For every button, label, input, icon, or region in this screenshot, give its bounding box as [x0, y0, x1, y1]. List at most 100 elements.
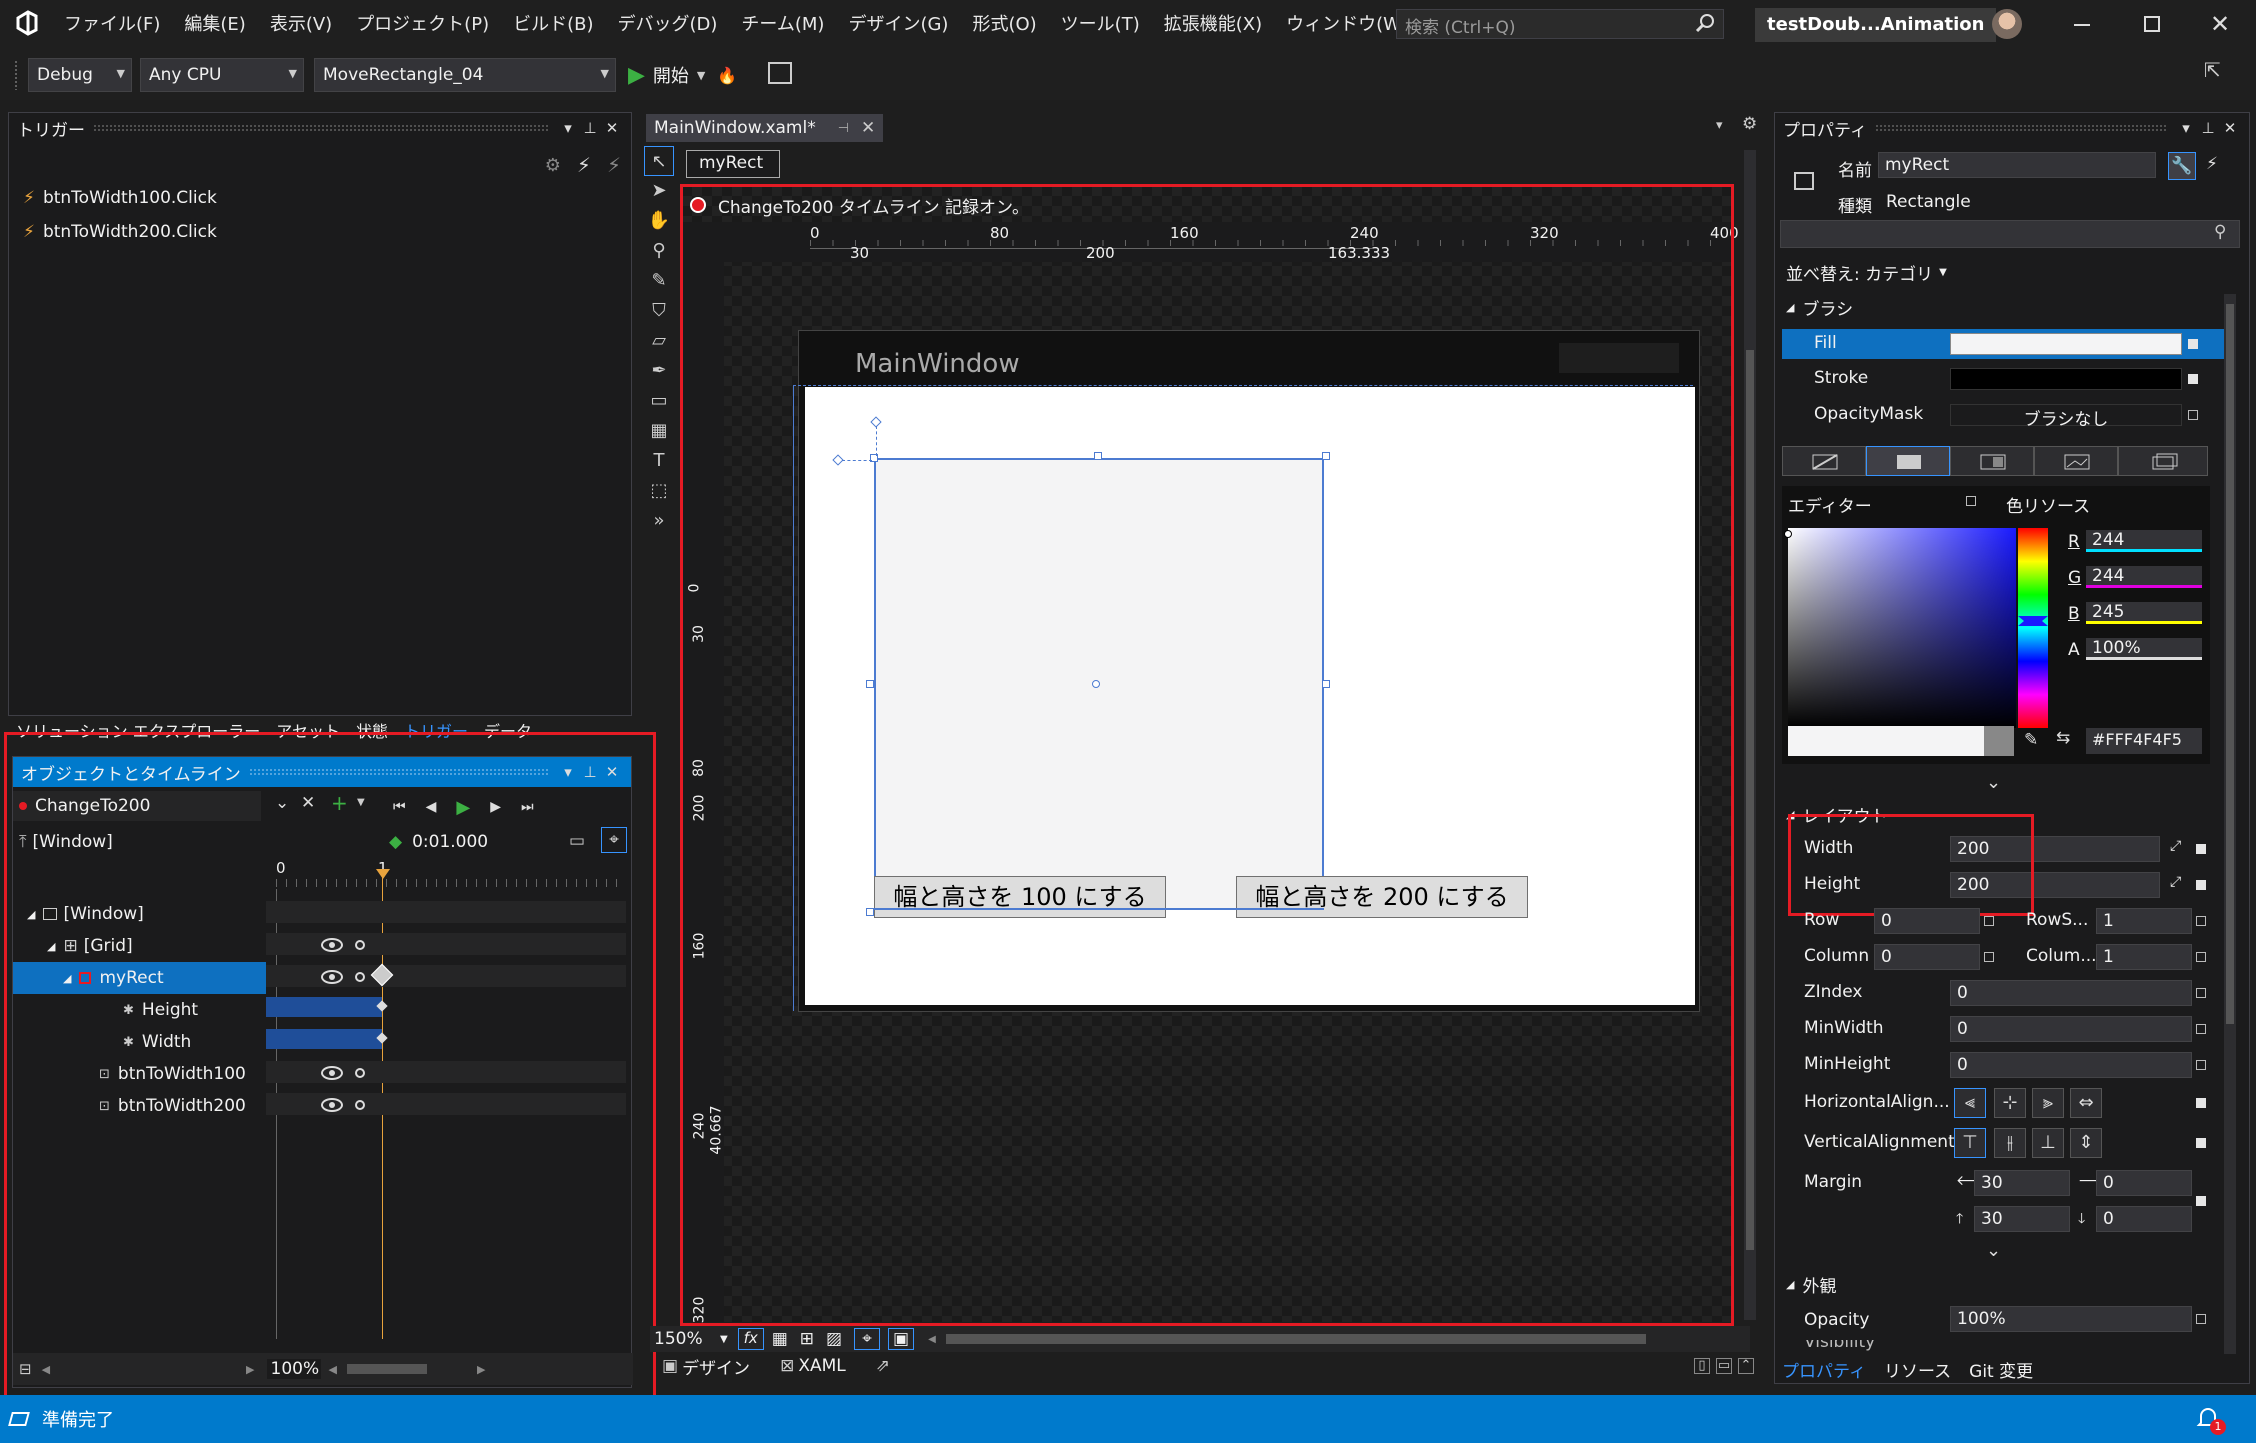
paint-bucket-tool-icon[interactable]: ⛉ — [644, 296, 674, 326]
menu-format[interactable]: 形式(O) — [960, 0, 1048, 50]
eyedropper-icon[interactable]: ✎ — [2024, 730, 2038, 750]
add-event-trigger-icon[interactable]: ⚡ — [577, 153, 591, 177]
control-tool-icon[interactable]: ⬚ — [644, 476, 674, 506]
direct-select-tool-icon[interactable]: ➤ — [644, 176, 674, 206]
close-window-icon[interactable]: ✕ — [2210, 10, 2230, 38]
artboard-icon[interactable]: ▨ — [826, 1329, 842, 1349]
grid-tool-icon[interactable]: ▦ — [644, 416, 674, 446]
color-picker-cursor[interactable] — [1784, 530, 1792, 538]
pin-icon[interactable]: ⊥ — [579, 119, 601, 137]
visual-brush-button[interactable] — [2118, 446, 2208, 476]
hue-slider[interactable] — [2018, 528, 2048, 728]
opacitymask-value[interactable]: ブラシなし — [1950, 404, 2182, 430]
advanced-options-icon[interactable] — [2188, 410, 2198, 420]
advanced-options-icon[interactable] — [2188, 339, 2198, 349]
config-select[interactable]: Debug ▼ — [28, 58, 132, 92]
pan-tool-icon[interactable]: ✋ — [644, 206, 674, 236]
tab-git-changes[interactable]: Git 変更 — [1969, 1357, 2033, 1382]
name-field[interactable]: myRect — [1878, 152, 2156, 178]
gradient-brush-button[interactable] — [1950, 446, 2034, 476]
zindex-input[interactable]: 0 — [1950, 980, 2192, 1006]
align-bottom-icon[interactable]: ⊥ — [2032, 1128, 2064, 1158]
vertical-split-icon[interactable]: ▯ — [1694, 1358, 1710, 1374]
tab-design[interactable]: デザイン — [682, 1354, 750, 1379]
appearance-section-header[interactable]: ◢ 外観 — [1786, 1272, 1836, 1297]
alpha-input[interactable]: 100% — [2086, 638, 2202, 660]
tab-editor[interactable]: エディター — [1788, 492, 1872, 517]
selection-tool-icon[interactable]: ↖ — [644, 146, 674, 176]
red-input[interactable]: 244 — [2086, 530, 2202, 552]
advanced-options-icon[interactable] — [2196, 1060, 2206, 1070]
property-search-input[interactable] — [1780, 220, 2240, 248]
close-icon[interactable]: ✕ — [2219, 119, 2241, 137]
chevron-down-icon[interactable]: ▼ — [720, 1334, 728, 1345]
advanced-options-icon[interactable] — [2196, 1138, 2206, 1148]
collapse-pane-icon[interactable]: ⌃ — [1738, 1358, 1754, 1374]
solid-brush-button[interactable] — [1866, 446, 1950, 476]
eyedropper-tool-icon[interactable]: ✎ — [644, 266, 674, 296]
platform-select[interactable]: Any CPU ▼ — [140, 58, 304, 92]
pin-icon[interactable]: ⊣ — [838, 121, 849, 136]
vertical-scrollbar[interactable] — [1744, 150, 1756, 1320]
menu-project[interactable]: プロジェクト(P) — [344, 0, 501, 50]
zoom-tool-icon[interactable]: ⚲ — [644, 236, 674, 266]
restore-icon[interactable] — [2144, 16, 2160, 32]
close-tab-icon[interactable]: ✕ — [861, 118, 875, 138]
align-right-icon[interactable]: ⫸ — [2032, 1088, 2064, 1118]
tab-color-resources[interactable]: 色リソース — [2006, 492, 2090, 517]
menu-extensions[interactable]: 拡張機能(X) — [1152, 0, 1274, 50]
snap-icon[interactable]: ⌖ — [854, 1328, 881, 1350]
green-input[interactable]: 244 — [2086, 566, 2202, 588]
tab-overflow-icon[interactable]: ▾ — [1716, 118, 1723, 133]
grid-snap-icon[interactable]: ⊞ — [800, 1329, 814, 1349]
zoom-level[interactable]: 150% — [650, 1329, 720, 1349]
align-top-icon[interactable]: ⊤ — [1954, 1128, 1986, 1158]
advanced-options-icon[interactable] — [2188, 374, 2198, 384]
search-icon[interactable] — [1694, 11, 1718, 35]
advanced-options-icon[interactable] — [2196, 880, 2206, 890]
tab-xaml[interactable]: XAML — [798, 1356, 845, 1376]
margin-right-input[interactable]: 0 — [2096, 1170, 2192, 1196]
advanced-options-icon[interactable] — [2196, 1314, 2206, 1324]
effects-icon[interactable]: ▣ — [888, 1328, 915, 1350]
menu-view[interactable]: 表示(V) — [258, 0, 344, 50]
advanced-options-icon[interactable] — [1984, 916, 1994, 926]
remove-trigger-icon[interactable]: ⚡ — [607, 153, 621, 177]
tab-resources[interactable]: リソース — [1884, 1357, 1951, 1382]
add-property-trigger-icon[interactable]: ⚙ — [545, 155, 561, 176]
scrollbar-thumb[interactable] — [2226, 304, 2234, 1024]
image-brush-button[interactable] — [2034, 446, 2118, 476]
blue-input[interactable]: 245 — [2086, 602, 2202, 624]
advanced-options-icon[interactable] — [2196, 1196, 2206, 1206]
column-input[interactable]: 0 — [1874, 944, 1980, 970]
expand-more-icon[interactable]: ⌄ — [1986, 772, 2001, 793]
no-brush-button[interactable] — [1782, 446, 1866, 476]
events-lightning-icon[interactable]: ⚡ — [2206, 154, 2218, 174]
advanced-options-icon[interactable] — [2196, 988, 2206, 998]
margin-top-input[interactable]: 30 — [1974, 1206, 2070, 1232]
horizontal-scrollbar[interactable] — [945, 1334, 1646, 1344]
margin-left-input[interactable]: 30 — [1974, 1170, 2070, 1196]
minimize-icon[interactable] — [2074, 24, 2090, 26]
menu-edit[interactable]: 編集(E) — [172, 0, 257, 50]
tab-mainwindow-xaml[interactable]: MainWindow.xaml* ⊣ ✕ — [646, 114, 884, 142]
menu-debug[interactable]: デバッグ(D) — [606, 0, 730, 50]
fill-color-swatch[interactable] — [1950, 333, 2182, 355]
layout-icon[interactable] — [768, 62, 792, 84]
swap-color-icon[interactable]: ⇆ — [2056, 728, 2070, 748]
settings-gear-icon[interactable]: ⚙ — [1742, 114, 1757, 134]
pen-tool-icon[interactable]: ✒ — [644, 356, 674, 386]
breadcrumb[interactable]: myRect — [686, 150, 780, 178]
menu-build[interactable]: ビルド(B) — [501, 0, 605, 50]
trigger-item[interactable]: ⚡ btnToWidth200.Click — [23, 219, 217, 245]
scrollbar-thumb[interactable] — [1746, 350, 1754, 1250]
avatar[interactable] — [1992, 9, 2022, 39]
brush-section-header[interactable]: ◢ ブラシ — [1786, 295, 1853, 320]
editor-options-icon[interactable] — [1966, 496, 1976, 506]
minwidth-input[interactable]: 0 — [1950, 1016, 2192, 1042]
auto-size-icon[interactable]: ⤢ — [2170, 838, 2181, 854]
project-select[interactable]: MoveRectangle_04 ▼ — [314, 58, 616, 92]
popout-icon[interactable]: ⇗ — [876, 1356, 890, 1376]
start-button[interactable]: ▶ 開始 ▼ 🔥 — [628, 58, 737, 92]
grid-icon[interactable]: ▦ — [772, 1329, 788, 1349]
